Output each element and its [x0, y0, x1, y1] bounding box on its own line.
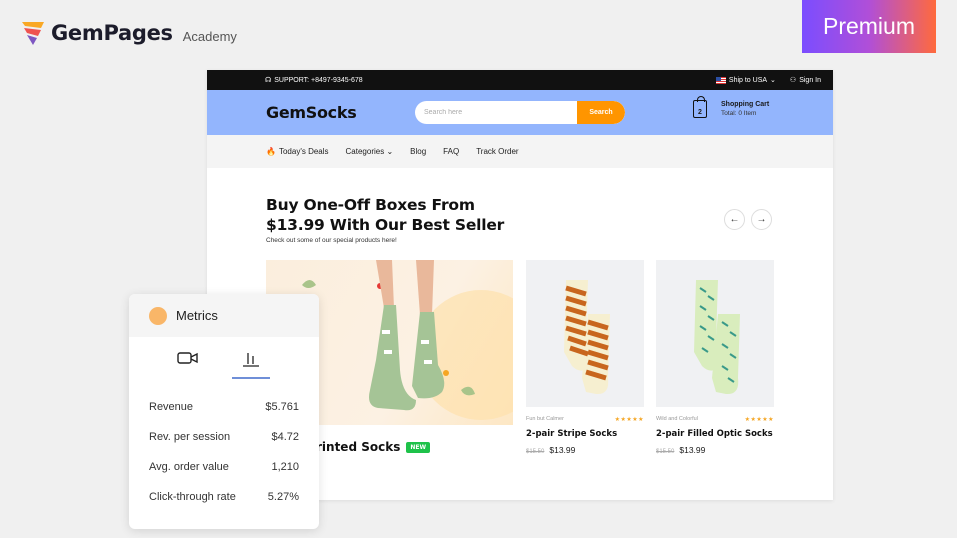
metrics-title: Metrics	[176, 308, 218, 323]
product-price: $13.99	[679, 445, 706, 455]
cart-total: Total: 0 Item	[721, 110, 757, 117]
gempages-logo: GemPages Academy	[21, 20, 237, 46]
metric-value: $4.72	[271, 431, 299, 443]
premium-badge: Premium	[802, 0, 936, 53]
chevron-down-icon: ⌄	[770, 77, 776, 84]
new-badge: NEW	[406, 441, 431, 453]
support-contact[interactable]: ☊ SUPPORT: +8497-9345-678	[265, 76, 363, 85]
metric-label: Revenue	[149, 401, 194, 413]
product-name[interactable]: 2-pair Filled Optic Socks	[656, 429, 774, 439]
sign-in-link[interactable]: ⚇ Sign In	[789, 76, 821, 85]
metric-value: $5.761	[265, 401, 299, 413]
hero-title-line: Buy One-Off Boxes From	[266, 196, 475, 214]
product-image	[526, 260, 644, 407]
fire-icon: 🔥	[266, 147, 276, 156]
hero-title: Buy One-Off Boxes From $13.99 With Our B…	[266, 195, 504, 235]
bar-chart-icon[interactable]	[241, 350, 261, 368]
nav-item-faq[interactable]: FAQ	[443, 147, 459, 156]
metric-value: 5.27%	[267, 491, 299, 503]
store-brand[interactable]: GemSocks	[266, 103, 357, 122]
ship-to-selector[interactable]: Ship to USA ⌄	[715, 76, 776, 84]
nav-label: Today's Deals	[278, 147, 329, 156]
logo-wordmark: GemPages	[51, 21, 173, 45]
cart-title: Shopping Cart	[721, 101, 770, 108]
chevron-down-icon: ⌄	[386, 147, 394, 156]
cart-count: 2	[698, 109, 702, 116]
product-card[interactable]: Fun but Calmer ★★★★★ 2-pair Stripe Socks…	[526, 260, 644, 455]
metric-row: Avg. order value 1,210	[149, 461, 299, 473]
optic-socks-illustration	[694, 280, 740, 395]
metrics-tabs	[129, 337, 319, 383]
site-header: GemSocks Search 2 Shopping Cart Total: 0…	[207, 90, 833, 135]
nav-item-track-order[interactable]: Track Order	[476, 147, 518, 156]
metric-label: Click-through rate	[149, 491, 236, 503]
nav-item-blog[interactable]: Blog	[410, 147, 426, 156]
shopping-cart[interactable]: 2 Shopping Cart Total: 0 Item	[693, 96, 770, 118]
product-old-price: $15.50	[526, 449, 545, 455]
search-button[interactable]: Search	[577, 101, 625, 124]
active-tab-indicator	[232, 377, 270, 379]
top-bar: ☊ SUPPORT: +8497-9345-678 Ship to USA ⌄ …	[207, 70, 833, 90]
metrics-header: Metrics	[129, 294, 319, 337]
product-card[interactable]: Wild and Colorful ★★★★★ 2-pair Filled Op…	[656, 260, 774, 455]
product-name[interactable]: 2-pair Stripe Socks	[526, 429, 644, 439]
status-dot-icon	[149, 306, 167, 325]
star-rating-icon: ★★★★★	[744, 417, 774, 423]
product-old-price: $15.50	[656, 449, 675, 455]
sign-in-label: Sign In	[799, 76, 821, 84]
headset-icon: ☊	[265, 77, 272, 84]
carousel-controls: ← →	[724, 209, 772, 230]
nav-item-todays-deals[interactable]: 🔥 Today's Deals	[266, 147, 329, 156]
nav-item-categories[interactable]: Categories ⌄	[346, 147, 394, 156]
hero-subtitle: Check out some of our special products h…	[266, 237, 397, 244]
user-icon: ⚇	[789, 77, 797, 84]
gempages-logo-icon	[22, 22, 44, 45]
metric-row: Click-through rate 5.27%	[149, 491, 299, 503]
video-camera-icon[interactable]	[177, 350, 199, 366]
support-text: SUPPORT: +8497-9345-678	[274, 76, 363, 84]
star-rating-icon: ★★★★★	[614, 417, 644, 423]
product-vendor: Fun but Calmer	[526, 416, 564, 422]
logo-subtitle: Academy	[182, 28, 237, 44]
product-image	[656, 260, 774, 407]
metric-value: 1,210	[271, 461, 299, 473]
arrow-left-icon[interactable]: ←	[724, 209, 745, 230]
metric-row: Revenue $5.761	[149, 401, 299, 413]
search-bar: Search	[415, 101, 625, 124]
shopping-bag-icon: 2	[693, 96, 707, 118]
metric-row: Rev. per session $4.72	[149, 431, 299, 443]
product-price: $13.99	[549, 445, 576, 455]
ship-to-label: Ship to USA	[728, 76, 768, 84]
arrow-right-icon[interactable]: →	[751, 209, 772, 230]
us-flag-icon	[715, 76, 726, 84]
product-vendor: Wild and Colorful	[656, 416, 698, 422]
nav-label: Categories	[345, 147, 385, 156]
main-nav: 🔥 Today's Deals Categories ⌄ Blog FAQ Tra…	[207, 135, 833, 168]
hero-title-line: $13.99 With Our Best Seller	[266, 216, 505, 234]
search-input[interactable]	[415, 101, 577, 124]
metric-label: Rev. per session	[149, 431, 231, 443]
metrics-panel: Metrics Revenue $5.761 Rev. per session …	[129, 294, 319, 529]
metric-label: Avg. order value	[149, 461, 229, 473]
stripe-socks-illustration	[564, 280, 610, 395]
